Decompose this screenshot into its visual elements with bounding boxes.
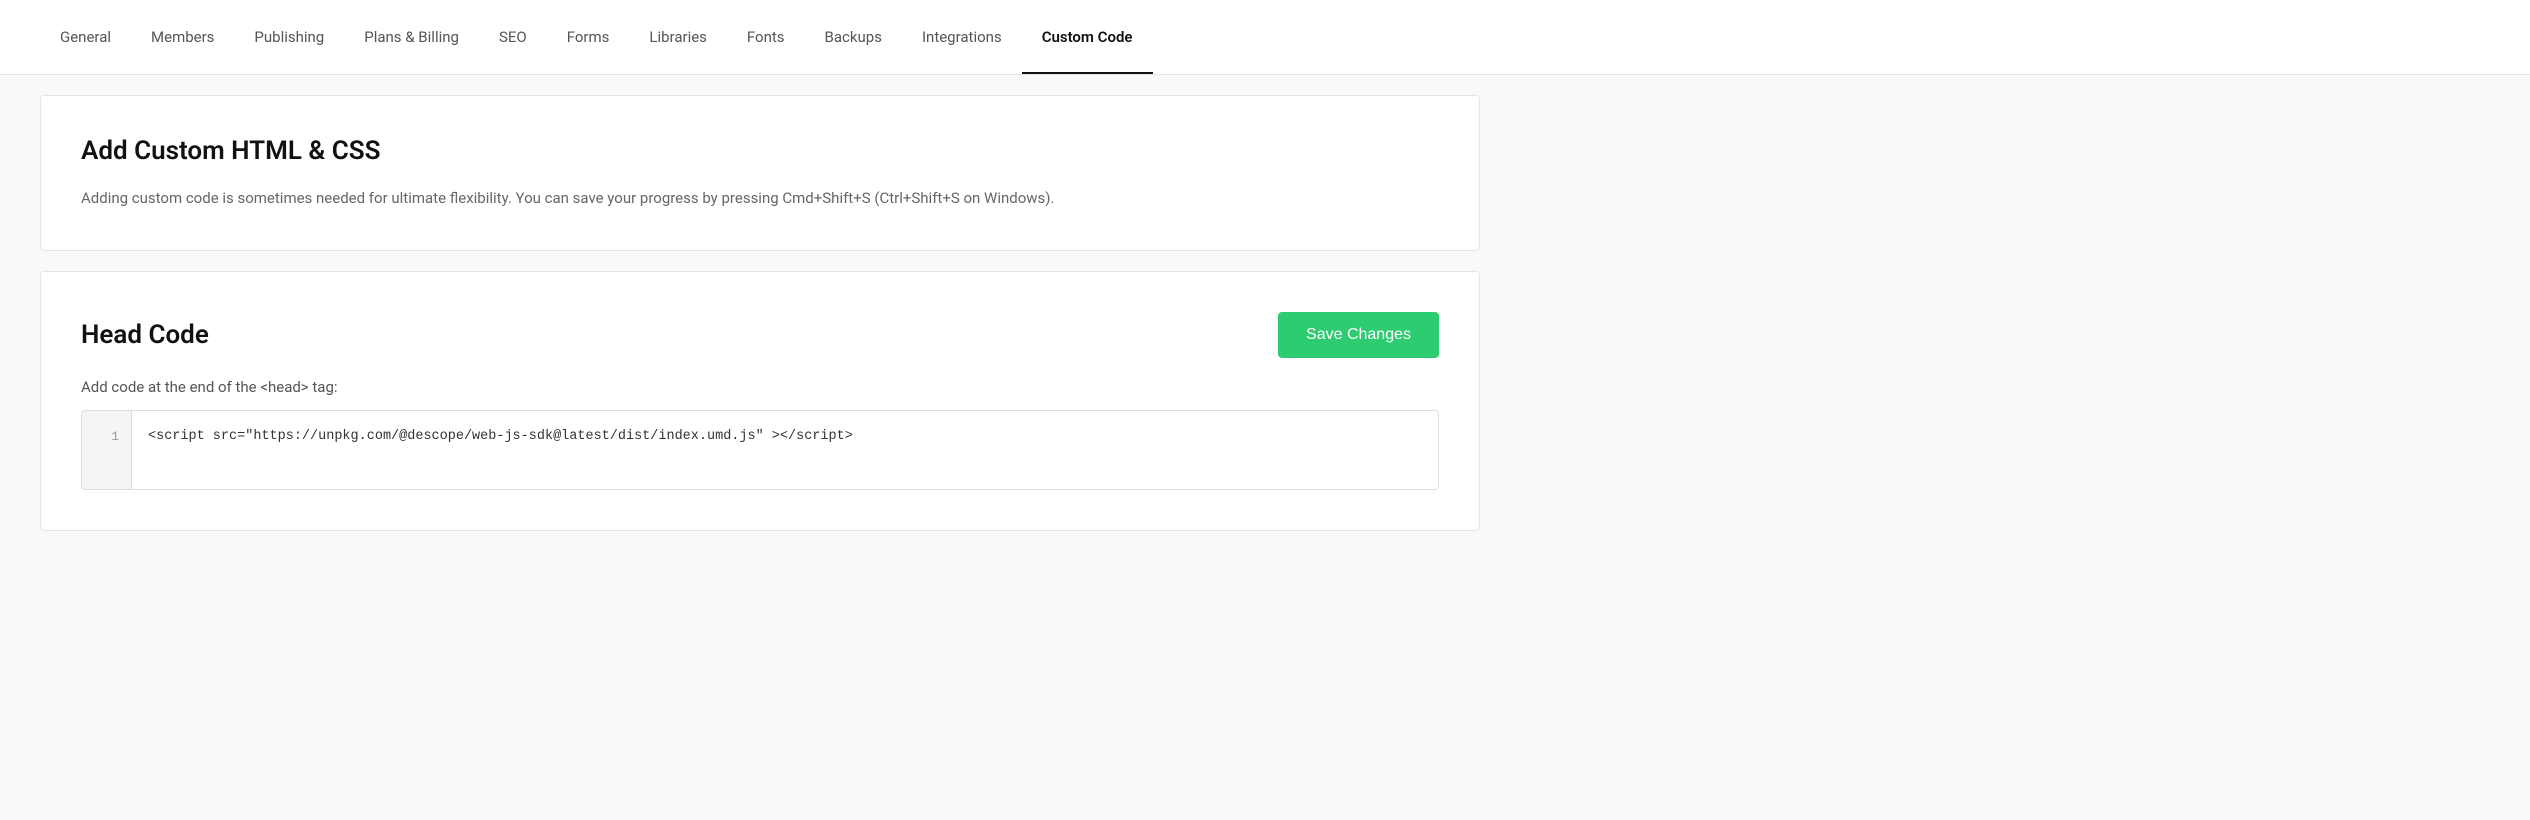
code-content[interactable]: <script src="https://unpkg.com/@descope/… [132,411,1438,489]
save-changes-button[interactable]: Save Changes [1278,312,1439,358]
intro-card: Add Custom HTML & CSS Adding custom code… [40,95,1480,251]
nav-item-seo[interactable]: SEO [479,0,547,74]
head-code-header: Head Code Save Changes [81,312,1439,358]
intro-card-description: Adding custom code is sometimes needed f… [81,186,1439,210]
line-numbers: 1 [82,411,132,489]
nav-item-libraries[interactable]: Libraries [629,0,727,74]
nav-item-fonts[interactable]: Fonts [727,0,805,74]
nav-item-general[interactable]: General [40,0,131,74]
code-description: Add code at the end of the <head> tag: [81,378,1439,396]
nav-item-forms[interactable]: Forms [547,0,630,74]
nav-bar: General Members Publishing Plans & Billi… [0,0,2530,75]
nav-item-integrations[interactable]: Integrations [902,0,1022,74]
head-code-card: Head Code Save Changes Add code at the e… [40,271,1480,531]
code-editor[interactable]: 1 <script src="https://unpkg.com/@descop… [81,410,1439,490]
nav-item-publishing[interactable]: Publishing [234,0,344,74]
page-content: Add Custom HTML & CSS Adding custom code… [0,95,1520,531]
head-code-title: Head Code [81,320,209,350]
intro-card-title: Add Custom HTML & CSS [81,136,1439,166]
nav-item-plans-billing[interactable]: Plans & Billing [344,0,479,74]
nav-item-members[interactable]: Members [131,0,234,74]
nav-item-backups[interactable]: Backups [805,0,902,74]
code-line-1: <script src="https://unpkg.com/@descope/… [148,425,1422,449]
line-number-1: 1 [94,425,119,448]
nav-item-custom-code[interactable]: Custom Code [1022,0,1153,74]
